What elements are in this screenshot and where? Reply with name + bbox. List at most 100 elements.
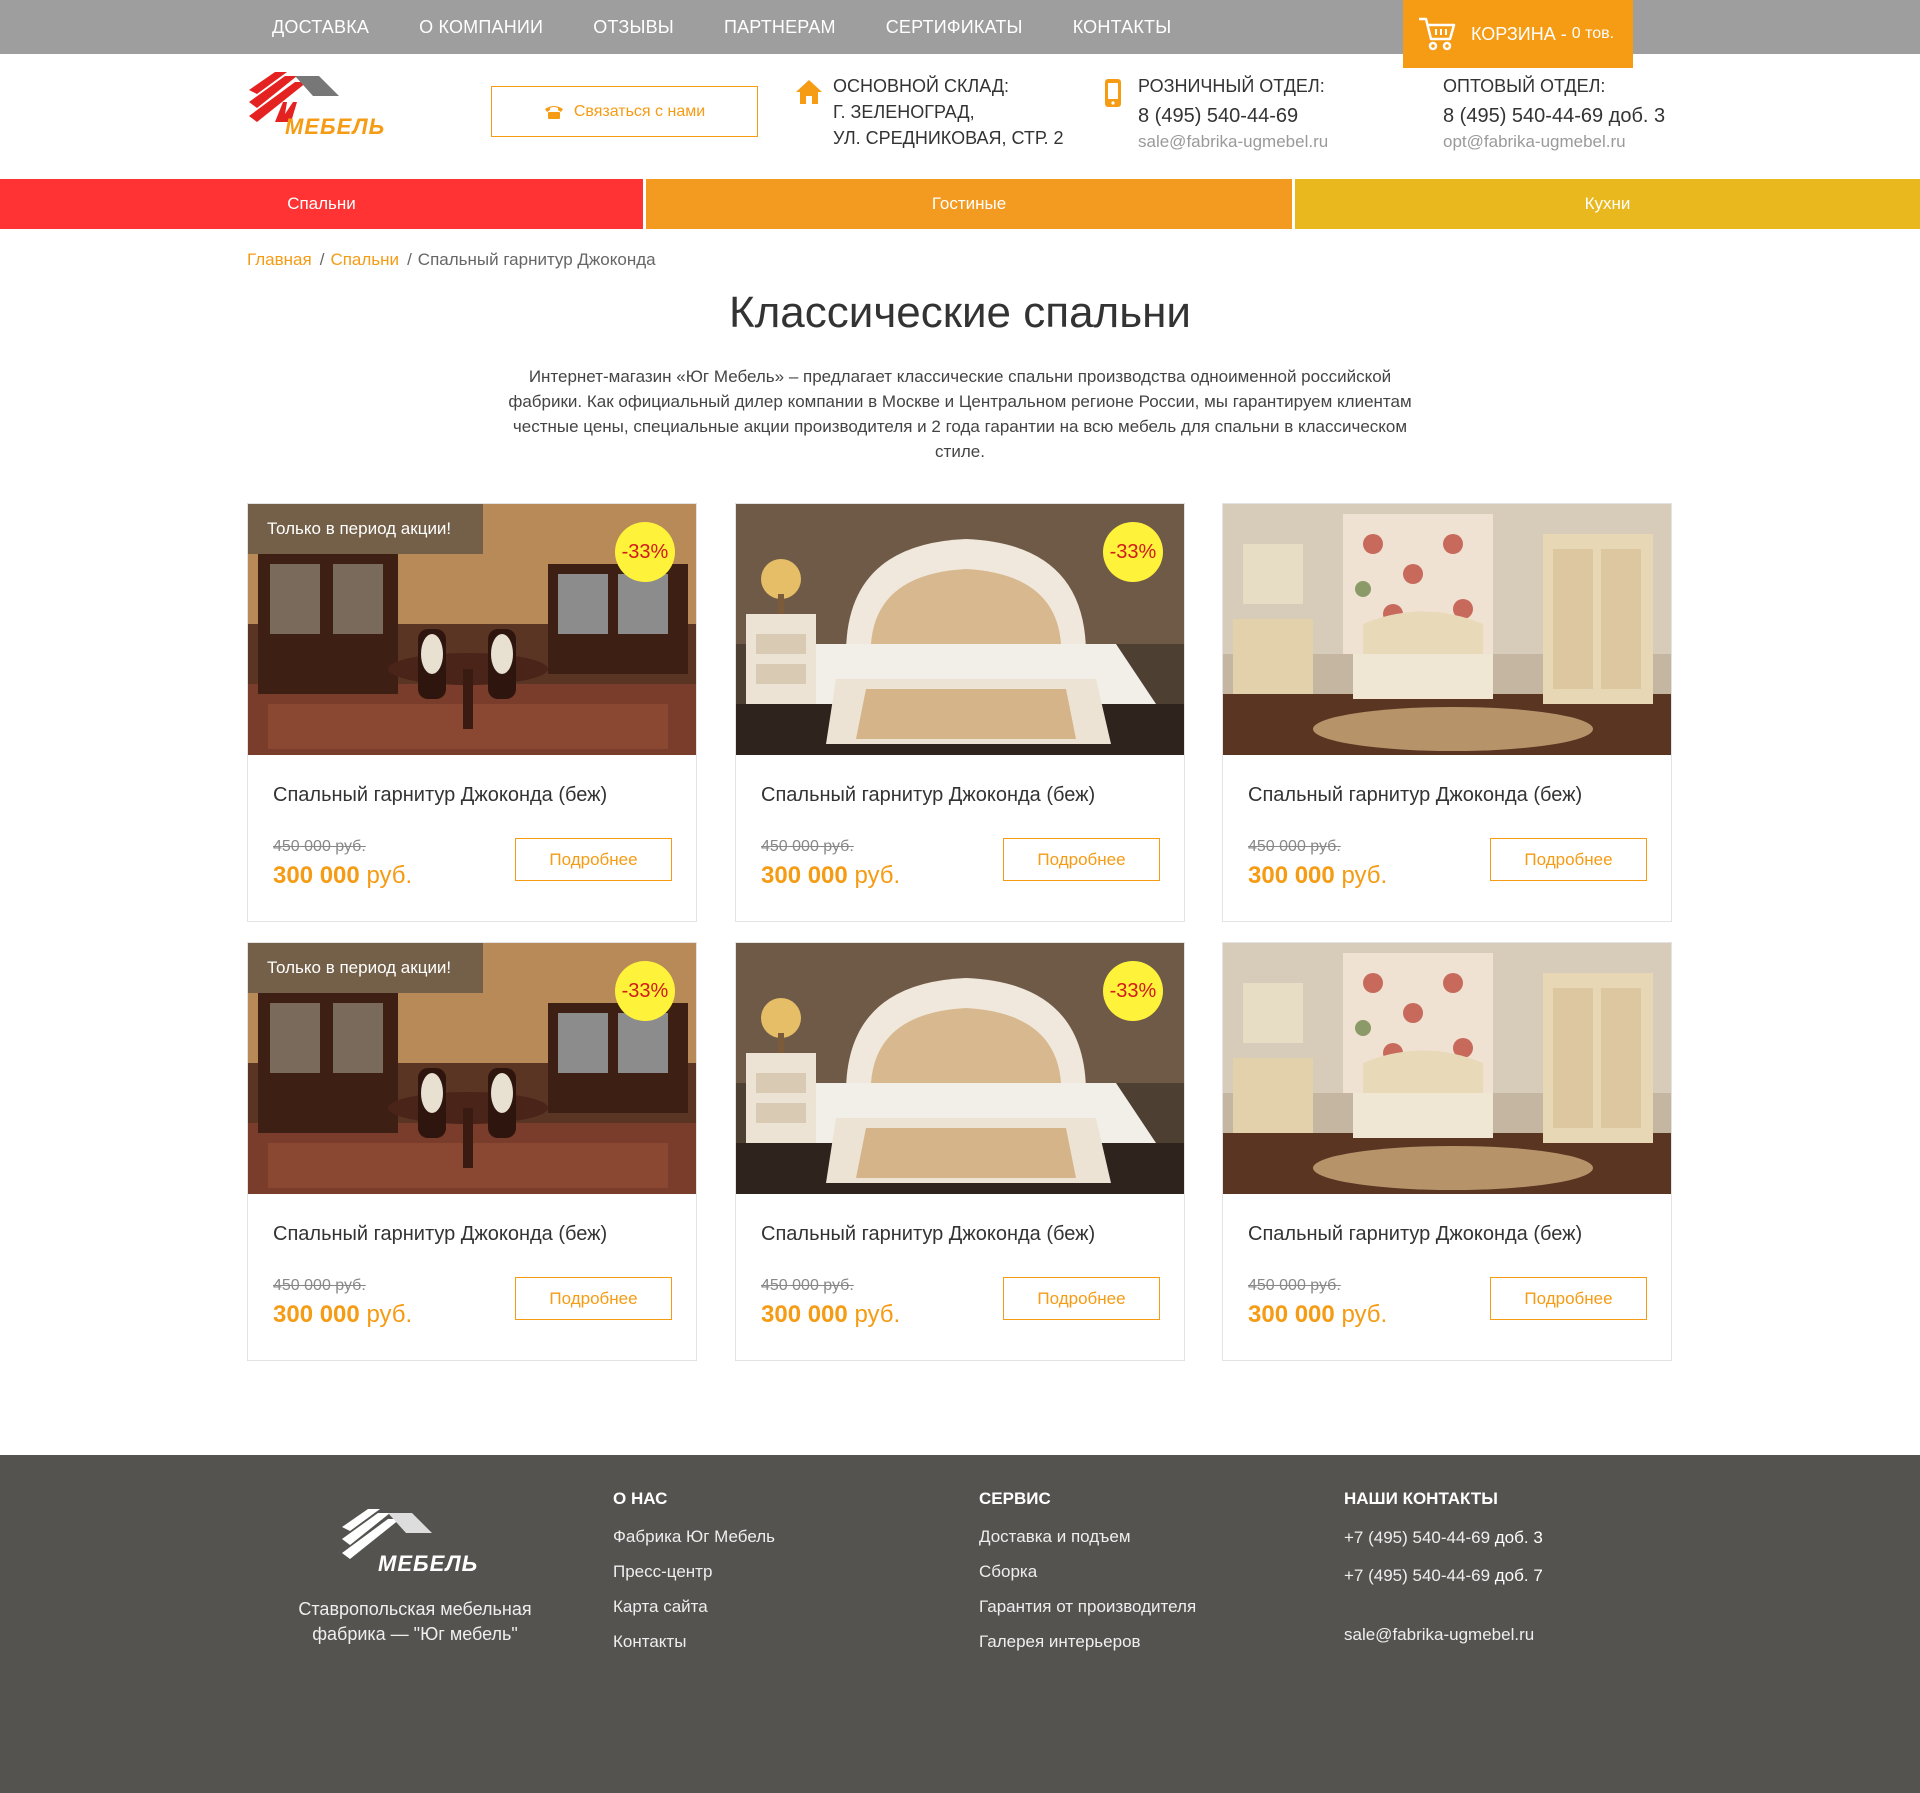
current-price: 300 000 руб.: [761, 1301, 900, 1329]
old-price: 450 000 руб.: [1248, 838, 1341, 855]
footer-link-assembly[interactable]: Сборка: [979, 1554, 1196, 1589]
category-living-rooms[interactable]: Гостиные: [643, 179, 1295, 229]
mobile-phone-icon: [1105, 79, 1121, 107]
product-card[interactable]: Спальный гарнитур Джоконда (беж) 450 000 …: [1222, 503, 1672, 922]
breadcrumb: Главная / Спальни / Спальный гарнитур Джокон…: [247, 250, 656, 269]
wholesale-label: ОПТОВЫЙ ОТДЕЛ:: [1443, 76, 1606, 96]
product-card[interactable]: -33% Спальный гарнитур Джоконда (беж) 450 …: [735, 503, 1185, 922]
breadcrumb-bedrooms[interactable]: Спальни: [330, 250, 399, 269]
footer-link-delivery[interactable]: Доставка и подъем: [979, 1519, 1196, 1554]
wholesale-email[interactable]: opt@fabrika-ugmebel.ru: [1443, 129, 1665, 155]
wholesale-phone[interactable]: 8 (495) 540-44-69 доб. 3: [1443, 103, 1665, 129]
current-price: 300 000 руб.: [761, 862, 900, 890]
cart-button[interactable]: КОРЗИНА - 0 тов.: [1403, 0, 1633, 68]
contact-us-label: Связаться с нами: [573, 102, 706, 120]
footer-phone-2[interactable]: +7 (495) 540-44-69 доб. 7: [1344, 1557, 1543, 1595]
footer-contacts: НАШИ КОНТАКТЫ +7 (495) 540-44-69 доб. 3 …: [1344, 1489, 1543, 1652]
phone-icon: [544, 105, 563, 119]
product-title[interactable]: Спальный гарнитур Джоконда (беж): [1248, 1223, 1582, 1246]
old-price: 450 000 руб.: [273, 1277, 366, 1294]
warehouse-city: Г. ЗЕЛЕНОГРАД,: [833, 102, 975, 122]
price-amount: 300 000: [761, 862, 848, 889]
footer-link-factory[interactable]: Фабрика Юг Мебель: [613, 1519, 775, 1554]
product-title[interactable]: Спальный гарнитур Джоконда (беж): [273, 1223, 607, 1246]
footer-link-gallery[interactable]: Галерея интерьеров: [979, 1624, 1196, 1659]
price-unit: руб.: [366, 862, 413, 889]
details-button[interactable]: Подробнее: [1490, 1277, 1647, 1320]
top-nav: ДОСТАВКА О КОМПАНИИ ОТЗЫВЫ ПАРТНЕРАМ СЕР…: [247, 0, 1196, 54]
details-button[interactable]: Подробнее: [1003, 1277, 1160, 1320]
footer-phone-2-number: +7 (495) 540-44-69: [1344, 1566, 1491, 1585]
details-button[interactable]: Подробнее: [1490, 838, 1647, 881]
breadcrumb-home[interactable]: Главная: [247, 250, 312, 269]
top-nav-certificates[interactable]: СЕРТИФИКАТЫ: [861, 0, 1048, 54]
price-amount: 300 000: [1248, 1301, 1335, 1328]
top-nav-partners[interactable]: ПАРТНЕРАМ: [699, 0, 861, 54]
page-title: Классические спальни: [728, 288, 1192, 337]
product-card[interactable]: -33% Спальный гарнитур Джоконда (беж) 450 …: [735, 942, 1185, 1361]
footer-email[interactable]: sale@fabrika-ugmebel.ru: [1344, 1617, 1543, 1652]
price-amount: 300 000: [761, 1301, 848, 1328]
top-nav-delivery[interactable]: ДОСТАВКА: [247, 0, 394, 54]
footer-phone-1[interactable]: +7 (495) 540-44-69 доб. 3: [1344, 1519, 1543, 1557]
current-price: 300 000 руб.: [273, 862, 412, 890]
product-title[interactable]: Спальный гарнитур Джоконда (беж): [273, 784, 607, 807]
site-logo[interactable]: МЕБЕЛЬ: [247, 70, 392, 139]
category-kitchens[interactable]: Кухни: [1295, 179, 1920, 229]
category-bar: Спальни Гостиные Кухни: [0, 179, 1920, 229]
top-nav-contacts[interactable]: КОНТАКТЫ: [1048, 0, 1197, 54]
top-nav-about[interactable]: О КОМПАНИИ: [394, 0, 568, 54]
details-button[interactable]: Подробнее: [1003, 838, 1160, 881]
category-bedrooms[interactable]: Спальни: [0, 179, 643, 229]
old-price: 450 000 руб.: [273, 838, 366, 855]
footer-contacts-heading: НАШИ КОНТАКТЫ: [1344, 1489, 1498, 1508]
product-image[interactable]: [1223, 504, 1671, 755]
footer-service: СЕРВИС Доставка и подъем Сборка Гарантия…: [979, 1489, 1196, 1659]
price-unit: руб.: [366, 1301, 413, 1328]
price-unit: руб.: [854, 1301, 901, 1328]
cart-label: КОРЗИНА -: [1471, 23, 1567, 44]
warehouse-info: ОСНОВНОЙ СКЛАД: Г. ЗЕЛЕНОГРАД, УЛ. СРЕДН…: [833, 73, 1064, 151]
product-title[interactable]: Спальный гарнитур Джоконда (беж): [761, 784, 1095, 807]
warehouse-label: ОСНОВНОЙ СКЛАД:: [833, 76, 1010, 96]
current-price: 300 000 руб.: [1248, 1301, 1387, 1329]
cart-count: 0 тов.: [1571, 25, 1615, 42]
old-price: 450 000 руб.: [1248, 1277, 1341, 1294]
details-button[interactable]: Подробнее: [515, 838, 672, 881]
product-title[interactable]: Спальный гарнитур Джоконда (беж): [761, 1223, 1095, 1246]
price-unit: руб.: [854, 862, 901, 889]
current-price: 300 000 руб.: [1248, 862, 1387, 890]
price-amount: 300 000: [273, 1301, 360, 1328]
price-unit: руб.: [1341, 1301, 1388, 1328]
contact-us-button[interactable]: Связаться с нами: [491, 86, 758, 137]
current-price: 300 000 руб.: [273, 1301, 412, 1329]
product-card[interactable]: Только в период акции! -33% Спальный гарни…: [247, 942, 697, 1361]
breadcrumb-current: Спальный гарнитур Джоконда: [417, 250, 656, 269]
footer-link-warranty[interactable]: Гарантия от производителя: [979, 1589, 1196, 1624]
footer-about: О НАС Фабрика Юг Мебель Пресс-центр Карт…: [613, 1489, 775, 1659]
intro-text: Интернет-магазин «Юг Мебель» – предлагае…: [508, 367, 1412, 461]
footer-link-sitemap[interactable]: Карта сайта: [613, 1589, 775, 1624]
price-unit: руб.: [1341, 862, 1388, 889]
retail-info: РОЗНИЧНЫЙ ОТДЕЛ: 8 (495) 540-44-69 sale@…: [1138, 73, 1328, 155]
home-icon: [796, 80, 822, 104]
footer-logo[interactable]: МЕБЕЛЬ: [340, 1507, 485, 1580]
product-card[interactable]: Только в период акции! -33% Спальный гарни…: [247, 503, 697, 922]
footer-phone-2-ext: доб. 7: [1494, 1566, 1543, 1585]
product-image[interactable]: [1223, 943, 1671, 1194]
footer-service-heading: СЕРВИС: [979, 1489, 1051, 1508]
top-nav-reviews[interactable]: ОТЗЫВЫ: [568, 0, 699, 54]
old-price: 450 000 руб.: [761, 1277, 854, 1294]
product-title[interactable]: Спальный гарнитур Джоконда (беж): [1248, 784, 1582, 807]
retail-phone[interactable]: 8 (495) 540-44-69: [1138, 103, 1328, 129]
retail-email[interactable]: sale@fabrika-ugmebel.ru: [1138, 129, 1328, 155]
footer-about-heading: О НАС: [613, 1489, 668, 1508]
discount-badge: -33%: [615, 961, 675, 1021]
promo-label: Только в период акции!: [248, 943, 483, 993]
details-button[interactable]: Подробнее: [515, 1277, 672, 1320]
footer-logo-text: МЕБЕЛЬ: [378, 1551, 479, 1576]
product-card[interactable]: Спальный гарнитур Джоконда (беж) 450 000 …: [1222, 942, 1672, 1361]
footer-link-contacts[interactable]: Контакты: [613, 1624, 775, 1659]
footer-link-press[interactable]: Пресс-центр: [613, 1554, 775, 1589]
cart-icon: [1419, 17, 1456, 51]
